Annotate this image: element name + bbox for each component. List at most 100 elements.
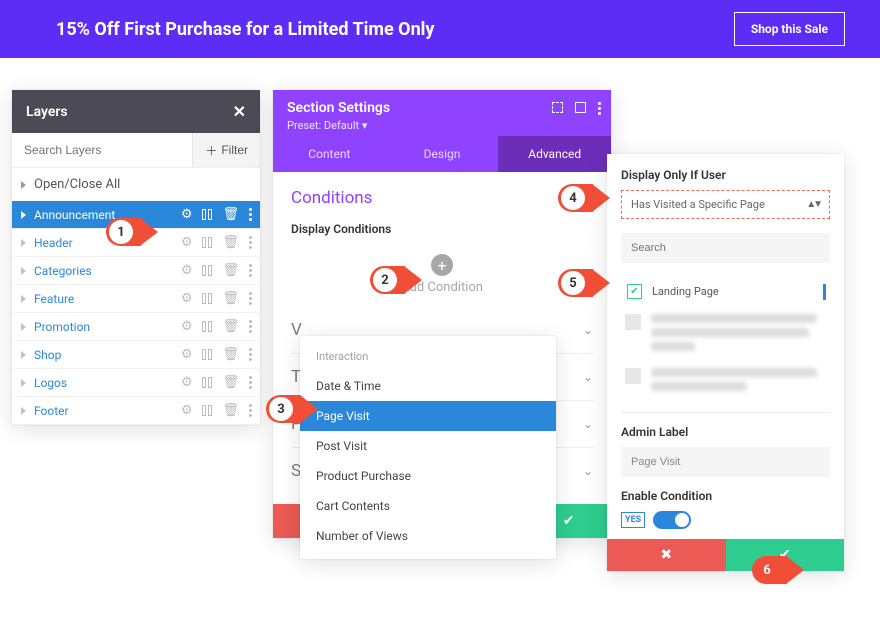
duplicate-icon[interactable] (202, 209, 212, 220)
open-close-all[interactable]: Open/Close All (12, 168, 260, 201)
gear-icon[interactable]: ⚙ (181, 403, 193, 418)
close-icon[interactable]: ✕ (233, 102, 246, 121)
more-icon[interactable] (249, 348, 252, 361)
trash-icon[interactable]: 🗑 (222, 235, 239, 250)
dropdown-item-views[interactable]: Number of Views (300, 521, 556, 551)
duplicate-icon[interactable] (202, 237, 212, 248)
layer-label: Footer (34, 404, 181, 418)
dropdown-item-datetime[interactable]: Date & Time (300, 371, 556, 401)
callout-1: 1 (106, 218, 158, 246)
layer-label: Logos (34, 376, 181, 390)
layer-row-categories[interactable]: Categories ⚙ 🗑 (12, 257, 260, 285)
callout-4: 4 (558, 184, 610, 212)
trash-icon[interactable]: 🗑 (222, 263, 239, 278)
preset-dropdown[interactable]: Preset: Default ▾ (287, 119, 597, 132)
duplicate-icon[interactable] (202, 405, 212, 416)
layer-row-footer[interactable]: Footer ⚙ 🗑 (12, 397, 260, 425)
dropdown-item-pagevisit[interactable]: Page Visit (300, 401, 556, 431)
trash-icon[interactable]: 🗑 (222, 207, 239, 222)
more-icon[interactable] (249, 236, 252, 249)
enable-label: Enable Condition (621, 489, 830, 503)
filter-button[interactable]: ＋Filter (192, 133, 260, 167)
focus-icon[interactable] (552, 102, 563, 113)
checkbox-checked-icon[interactable]: ✔ (627, 284, 642, 299)
drag-handle[interactable] (823, 284, 826, 300)
layer-label: Categories (34, 264, 181, 278)
dropdown-item-postvisit[interactable]: Post Visit (300, 431, 556, 461)
page-row-blurred (621, 362, 830, 402)
duplicate-icon[interactable] (202, 293, 212, 304)
callout-5: 5 (558, 269, 610, 297)
promo-banner: 15% Off First Purchase for a Limited Tim… (0, 0, 880, 58)
more-icon[interactable] (249, 292, 252, 305)
layer-row-shop[interactable]: Shop ⚙ 🗑 (12, 341, 260, 369)
more-icon[interactable] (249, 208, 252, 221)
gear-icon[interactable]: ⚙ (181, 375, 193, 390)
dropdown-heading: Interaction (300, 346, 556, 371)
promo-text: 15% Off First Purchase for a Limited Tim… (56, 19, 435, 40)
trash-icon[interactable]: 🗑 (222, 347, 239, 362)
search-layers-input[interactable] (12, 133, 192, 167)
page-label: Landing Page (652, 285, 719, 298)
page-row-blurred (621, 308, 830, 362)
layer-row-logos[interactable]: Logos ⚙ 🗑 (12, 369, 260, 397)
more-icon[interactable] (249, 264, 252, 277)
more-icon[interactable] (249, 376, 252, 389)
condition-actions: ✖ ✔ (607, 539, 844, 571)
display-only-label: Display Only If User (621, 168, 830, 182)
expand-icon[interactable] (575, 102, 586, 113)
section-header: Section Settings Preset: Default ▾ (273, 90, 611, 136)
select-arrows-icon: ▲▼ (806, 199, 820, 210)
tabs: Content Design Advanced (273, 136, 611, 172)
admin-label: Admin Label (621, 425, 830, 439)
chevron-down-icon: ⌄ (583, 323, 593, 337)
more-icon[interactable] (598, 102, 601, 115)
chevron-down-icon: ⌄ (583, 464, 593, 478)
gear-icon[interactable]: ⚙ (181, 291, 193, 306)
dropdown-item-product[interactable]: Product Purchase (300, 461, 556, 491)
add-condition-button[interactable]: + (431, 254, 453, 276)
condition-select[interactable]: Has Visited a Specific Page ▲▼ (621, 190, 830, 219)
duplicate-icon[interactable] (202, 265, 212, 276)
enable-toggle[interactable] (653, 511, 691, 529)
more-icon[interactable] (249, 404, 252, 417)
add-condition-label: Add Condition (291, 280, 593, 295)
shop-sale-button[interactable]: Shop this Sale (734, 12, 845, 46)
trash-icon[interactable]: 🗑 (222, 375, 239, 390)
layer-row-feature[interactable]: Feature ⚙ 🗑 (12, 285, 260, 313)
gear-icon[interactable]: ⚙ (181, 319, 193, 334)
section-title: Section Settings (287, 100, 597, 116)
dropdown-item-cart[interactable]: Cart Contents (300, 491, 556, 521)
callout-3: 3 (266, 395, 318, 423)
layers-header: Layers ✕ (12, 90, 260, 133)
page-row-landing[interactable]: ✔ Landing Page (621, 275, 830, 308)
yes-badge: YES (621, 512, 645, 528)
trash-icon[interactable]: 🗑 (222, 319, 239, 334)
cancel-button[interactable]: ✖ (607, 539, 726, 571)
layer-label: Promotion (34, 320, 181, 334)
more-icon[interactable] (249, 320, 252, 333)
callout-6: 6 (752, 556, 804, 584)
layer-label: Shop (34, 348, 181, 362)
page-search-input[interactable] (621, 233, 830, 263)
gear-icon[interactable]: ⚙ (181, 347, 193, 362)
tab-content[interactable]: Content (273, 136, 386, 172)
tab-advanced[interactable]: Advanced (498, 136, 611, 172)
layer-label: Feature (34, 292, 181, 306)
trash-icon[interactable]: 🗑 (222, 291, 239, 306)
tab-design[interactable]: Design (386, 136, 499, 172)
gear-icon[interactable]: ⚙ (181, 263, 193, 278)
duplicate-icon[interactable] (202, 349, 212, 360)
callout-2: 2 (370, 266, 422, 294)
trash-icon[interactable]: 🗑 (222, 403, 239, 418)
duplicate-icon[interactable] (202, 377, 212, 388)
duplicate-icon[interactable] (202, 321, 212, 332)
layers-title: Layers (26, 104, 68, 120)
gear-icon[interactable]: ⚙ (181, 207, 193, 222)
admin-label-input[interactable] (621, 447, 830, 477)
conditions-heading: Conditions (291, 188, 593, 208)
gear-icon[interactable]: ⚙ (181, 235, 193, 250)
layer-row-promotion[interactable]: Promotion ⚙ 🗑 (12, 313, 260, 341)
interaction-dropdown: Interaction Date & Time Page Visit Post … (300, 336, 556, 559)
layers-panel: Layers ✕ ＋Filter Open/Close All Announce… (12, 90, 260, 425)
